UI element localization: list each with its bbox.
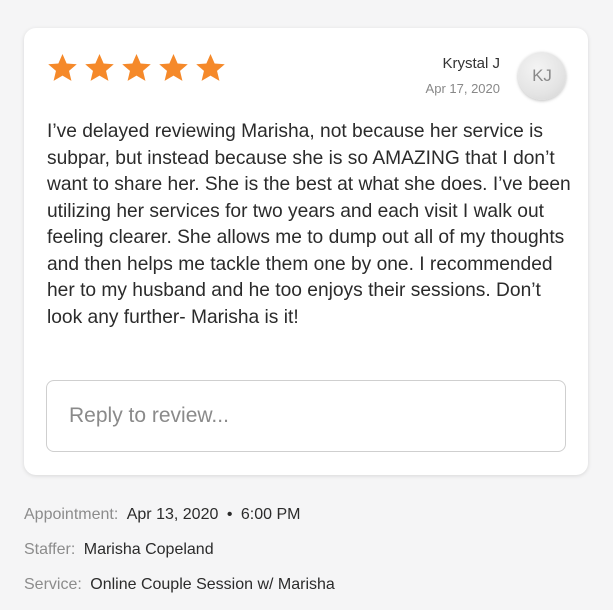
service-value: Online Couple Session w/ Marisha [90, 576, 335, 593]
review-card: Krystal J Apr 17, 2020 KJ I’ve delayed r… [24, 28, 588, 475]
appointment-details: Appointment: Apr 13, 2020 • 6:00 PM Staf… [24, 505, 335, 610]
reply-input[interactable] [46, 380, 566, 452]
bullet-separator: • [226, 506, 233, 523]
review-date: Apr 17, 2020 [425, 81, 500, 96]
avatar-initials: KJ [532, 66, 552, 85]
star-icon [159, 54, 188, 81]
appointment-label: Appointment: [24, 506, 119, 523]
appointment-time: 6:00 PM [240, 506, 301, 523]
star-icon [85, 54, 114, 81]
avatar: KJ [518, 52, 566, 100]
staffer-value: Marisha Copeland [83, 541, 214, 558]
appointment-date: Apr 13, 2020 [126, 506, 219, 523]
star-rating [46, 52, 227, 84]
staffer-row: Staffer: Marisha Copeland [24, 540, 335, 575]
appointment-row: Appointment: Apr 13, 2020 • 6:00 PM [24, 505, 335, 540]
review-text: I’ve delayed reviewing Marisha, not beca… [47, 121, 571, 328]
reviewer-info: Krystal J Apr 17, 2020 [426, 55, 500, 97]
staffer-label: Staffer: [24, 541, 76, 558]
reviewer-name: Krystal J [442, 55, 500, 72]
star-icon [48, 54, 77, 81]
star-icon [122, 54, 151, 81]
service-row: Service: Online Couple Session w/ Marish… [24, 575, 335, 610]
service-label: Service: [24, 576, 82, 593]
star-icon [196, 54, 225, 81]
